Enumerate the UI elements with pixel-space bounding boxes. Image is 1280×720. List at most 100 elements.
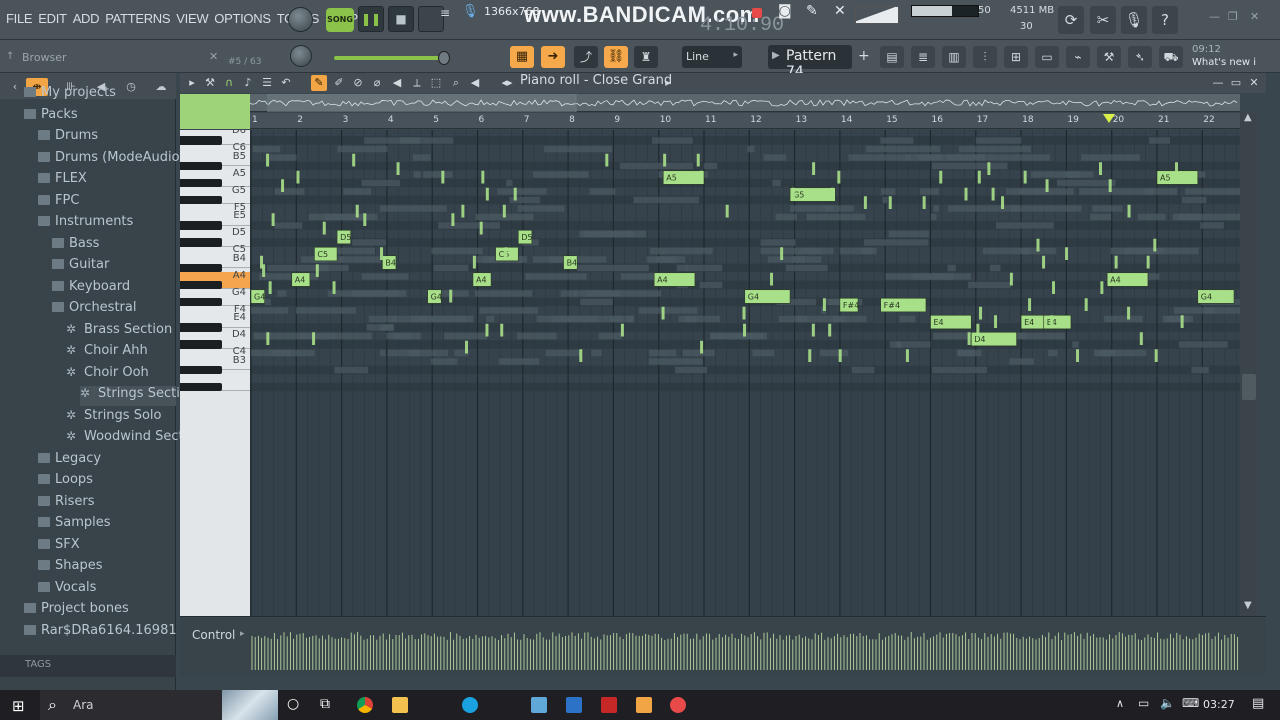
paint-tool-icon[interactable]: ✐	[331, 75, 347, 91]
channel-rack-button[interactable]: ▥	[942, 46, 966, 68]
piano-black-key[interactable]	[180, 195, 222, 205]
playlist-button[interactable]: ▤	[880, 46, 904, 68]
browser-item[interactable]: Drums (ModeAudio)	[38, 150, 185, 170]
menu-add[interactable]: ADD	[73, 11, 100, 26]
browser-item[interactable]: ✲ Woodwind Sectio	[66, 429, 195, 449]
browser-item[interactable]: Vocals	[38, 580, 176, 600]
scroll-arrows-icon[interactable]: ◂▸	[499, 75, 515, 91]
touch-keyboard-button[interactable]: ⚒	[1097, 46, 1121, 68]
tempo-button[interactable]: ➜	[541, 46, 565, 68]
pin-icon[interactable]: ↑	[6, 51, 14, 62]
mixer-button[interactable]: ⫶	[973, 46, 997, 68]
pr-close-icon[interactable]: ✕	[1246, 75, 1262, 91]
browser-item[interactable]: Loops	[38, 472, 176, 492]
scroll-down-icon[interactable]: ▼	[1244, 600, 1252, 611]
scroll-up-icon[interactable]: ▲	[1244, 112, 1252, 123]
help-button[interactable]: ?	[1152, 6, 1178, 34]
browser-item[interactable]: Packs	[24, 107, 176, 127]
speaker-tool-icon[interactable]: ◀	[389, 75, 405, 91]
record-dot-icon[interactable]	[752, 8, 762, 18]
task-view-icon[interactable]: ⧉	[320, 696, 330, 712]
piano-keyboard[interactable]: D6 C6 B5 A5 G5 F5 E5 D5 C5 B4 A4 G4 F4 E4 D4 C4 B3	[180, 130, 250, 616]
store-icon[interactable]	[531, 697, 547, 713]
close-window-icon[interactable]: ✕	[1250, 10, 1259, 23]
browser-item[interactable]: FPC	[38, 193, 176, 213]
fl-studio-taskbar-icon[interactable]	[636, 697, 652, 713]
mic-record-button[interactable]: 🎙	[1121, 6, 1147, 34]
browser-item[interactable]: ✲ Strings Section	[80, 386, 196, 406]
play-button[interactable]: ❚❚	[358, 6, 384, 32]
browser-item[interactable]: Legacy	[38, 451, 176, 471]
browser-item[interactable]: My projects	[24, 85, 176, 105]
master-volume-slider[interactable]	[334, 51, 450, 65]
input-lang-icon[interactable]: ⌨	[1182, 696, 1199, 710]
browser-item[interactable]: Orchestral	[52, 300, 176, 320]
minimize-icon[interactable]: —	[1209, 10, 1220, 23]
refresh-button[interactable]: ⟳	[1058, 6, 1084, 34]
overview-viewport[interactable]	[267, 94, 577, 112]
microphone-icon[interactable]: 🎙	[462, 4, 479, 19]
timeline-ruler[interactable]: 1 2 3 4 5 6 7 8 9 10 11 12 13 14 15 16 17 18 19 20 21 22	[250, 113, 1240, 129]
piano-black-key[interactable]	[180, 221, 222, 230]
browser-item[interactable]: ✲ Choir Ahh	[66, 343, 176, 363]
news-hint[interactable]: What's new i	[1192, 57, 1256, 68]
slice-tool-icon[interactable]: ⟂	[409, 75, 425, 91]
browser-item[interactable]: Bass	[52, 236, 176, 256]
tags-bar[interactable]: TAGS	[0, 655, 176, 677]
close-icon[interactable]: ✕	[834, 3, 846, 19]
browser-item[interactable]: ✲ Choir Ooh	[66, 365, 176, 385]
piano-black-key[interactable]	[180, 340, 222, 349]
mute-tool-icon[interactable]: ⊘	[350, 75, 366, 91]
edge-icon[interactable]	[462, 697, 478, 713]
pencil-icon[interactable]: ✎	[806, 3, 818, 19]
plugin-picker-button[interactable]: ⌁	[1066, 46, 1090, 68]
piano-black-key[interactable]	[180, 280, 222, 290]
pencil-tool-icon[interactable]: ✎	[311, 75, 327, 91]
app-red-icon[interactable]	[601, 697, 617, 713]
overview-scrollbar[interactable]	[250, 94, 1240, 112]
windows-start-icon[interactable]: ⊞	[12, 697, 25, 715]
browser-close-icon[interactable]: ✕	[209, 50, 218, 63]
piano-black-key[interactable]	[180, 263, 222, 273]
shop-button[interactable]: ⛟	[1159, 46, 1183, 68]
browser-item[interactable]: ✲ Brass Section	[66, 322, 176, 342]
browser-item[interactable]: Project bones	[24, 601, 176, 621]
camera-icon[interactable]: ◙	[778, 3, 792, 19]
stamp-button[interactable]: ♜	[634, 46, 658, 68]
browser-item[interactable]: Rar$DRa6164.16981	[24, 623, 177, 643]
velocity-lane[interactable]	[250, 630, 1240, 670]
menu-patterns[interactable]: PATTERNS	[105, 11, 170, 26]
playback-tool-icon[interactable]: ◀	[467, 75, 483, 91]
piano-black-key[interactable]	[180, 238, 222, 247]
file-explorer-icon[interactable]	[392, 697, 408, 713]
vertical-scroll-thumb[interactable]	[1242, 374, 1256, 400]
master-pitch-knob[interactable]	[290, 45, 312, 67]
snap-select[interactable]: Line ▸	[682, 46, 742, 68]
add-pattern-icon[interactable]: +	[858, 48, 870, 64]
mail-icon[interactable]	[566, 697, 582, 713]
bandicam-taskbar-icon[interactable]	[670, 697, 686, 713]
browser-item[interactable]: FLEX	[38, 171, 176, 191]
piano-black-key[interactable]	[180, 136, 222, 145]
menu-options[interactable]: OPTIONS	[214, 11, 271, 26]
collapse-tool[interactable]: ‹	[4, 78, 26, 96]
menu-edit[interactable]: EDIT	[38, 11, 67, 26]
piano-roll-menu-arrow[interactable]: ▸	[184, 75, 200, 91]
channel-settings-button[interactable]: ⊞	[1004, 46, 1028, 68]
draw-tool-button[interactable]: ⤴	[574, 46, 598, 68]
slider-thumb[interactable]	[438, 51, 450, 65]
maximize-icon[interactable]: ❐	[1228, 10, 1238, 23]
pr-minimize-icon[interactable]: —	[1210, 75, 1226, 91]
piano-black-key[interactable]	[180, 178, 222, 188]
select-tool-icon[interactable]: ⬚	[428, 75, 444, 91]
piano-roll-button[interactable]: ≣	[911, 46, 935, 68]
undo-icon[interactable]: ↶	[278, 75, 294, 91]
song-marker-icon[interactable]	[1102, 114, 1115, 123]
download-button[interactable]: ➴	[1128, 46, 1152, 68]
pattern-select[interactable]: ▶ Pattern 74	[768, 45, 852, 80]
network-icon[interactable]: ▭	[1138, 696, 1149, 710]
notification-icon[interactable]: ▤	[1252, 696, 1264, 711]
master-volume-knob[interactable]	[288, 7, 313, 32]
menu-file[interactable]: FILE	[6, 11, 33, 26]
magnet-icon[interactable]: ∩	[221, 75, 237, 91]
